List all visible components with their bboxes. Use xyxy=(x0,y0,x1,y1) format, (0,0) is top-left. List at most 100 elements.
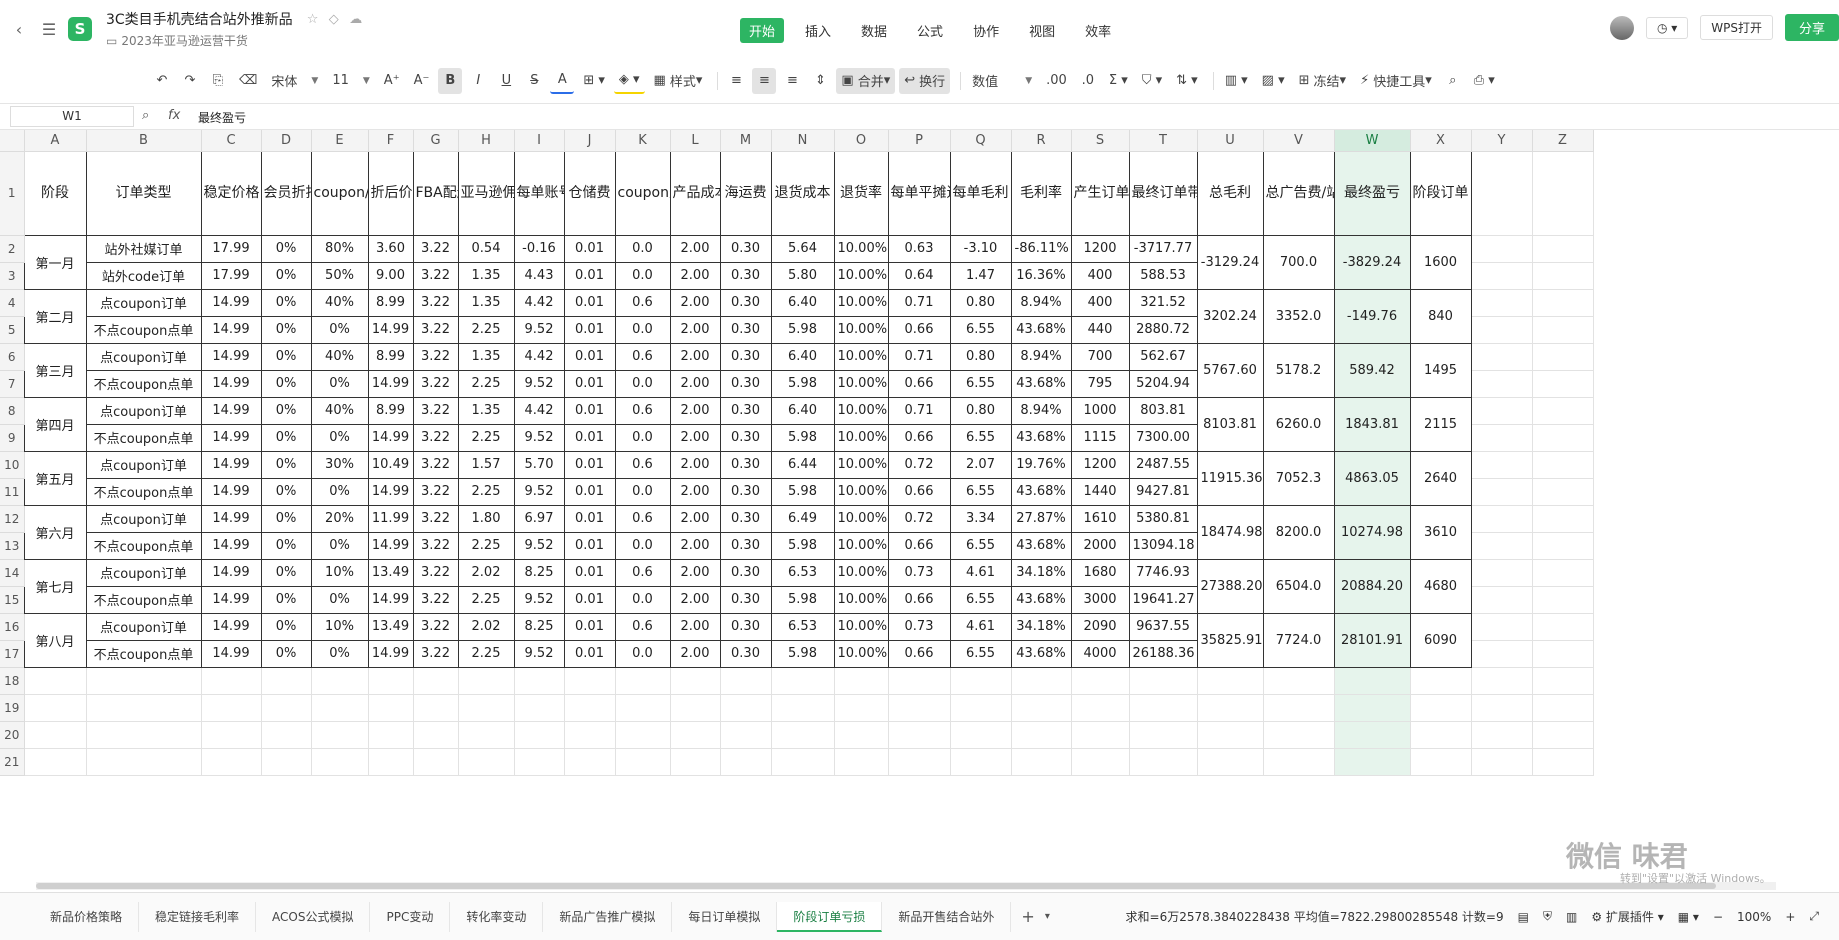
data-cell[interactable]: 0.30 xyxy=(719,585,772,614)
strikethrough-icon[interactable]: S xyxy=(522,68,546,94)
cell[interactable] xyxy=(310,666,369,695)
data-cell[interactable]: 0% xyxy=(310,585,369,614)
cell[interactable] xyxy=(669,720,721,749)
data-cell[interactable]: 1440 xyxy=(1070,477,1130,506)
cell[interactable] xyxy=(310,693,369,722)
column-header[interactable]: D xyxy=(261,130,312,152)
data-cell[interactable]: 0.66 xyxy=(887,639,951,668)
total-profit-cell[interactable]: 11915.36 xyxy=(1196,450,1264,506)
cell[interactable] xyxy=(1531,396,1594,425)
vertical-align-icon[interactable]: ⇕ xyxy=(808,68,832,94)
cell-icon[interactable]: ▤ xyxy=(1518,910,1529,924)
cell[interactable] xyxy=(1196,666,1264,695)
cell[interactable] xyxy=(1531,369,1594,398)
cell[interactable] xyxy=(563,747,616,776)
sort-icon[interactable]: ⇅ ▾ xyxy=(1171,68,1203,94)
data-cell[interactable]: 0.0 xyxy=(614,585,671,614)
cell[interactable] xyxy=(260,747,312,776)
row-header[interactable]: 19 xyxy=(0,694,25,722)
data-cell[interactable]: 点coupon订单 xyxy=(85,342,202,371)
stage-cell[interactable]: 第六月 xyxy=(23,504,87,560)
data-cell[interactable]: 0.80 xyxy=(949,396,1012,425)
cell[interactable] xyxy=(1470,261,1533,290)
data-cell[interactable]: 4.43 xyxy=(513,261,565,290)
data-cell[interactable]: 4.42 xyxy=(513,288,565,317)
cell[interactable] xyxy=(1070,720,1130,749)
data-cell[interactable]: 5.98 xyxy=(770,423,835,452)
data-cell[interactable]: 2.00 xyxy=(669,288,721,317)
stage-orders-cell[interactable]: 2115 xyxy=(1409,396,1472,452)
final-pl-cell[interactable]: 10274.98 xyxy=(1333,504,1411,560)
data-cell[interactable]: 40% xyxy=(310,288,369,317)
header-cell[interactable]: 每单账号回款 xyxy=(513,150,565,236)
data-cell[interactable]: 14.99 xyxy=(200,396,262,425)
cell[interactable] xyxy=(1531,423,1594,452)
zoom-level[interactable]: 100% xyxy=(1737,910,1771,924)
sheet-tab[interactable]: 稳定链接毛利率 xyxy=(139,901,257,932)
data-cell[interactable]: 2.00 xyxy=(669,450,721,479)
row-header[interactable]: 9 xyxy=(0,424,25,452)
header-cell[interactable]: 仓储费 xyxy=(563,150,616,236)
cell[interactable] xyxy=(887,666,951,695)
cell[interactable] xyxy=(1531,612,1594,641)
data-cell[interactable]: 11.99 xyxy=(367,504,414,533)
row-header[interactable]: 21 xyxy=(0,748,25,776)
data-cell[interactable]: 0.30 xyxy=(719,288,772,317)
tag-icon[interactable]: ◇ xyxy=(329,12,339,27)
total-profit-cell[interactable]: 8103.81 xyxy=(1196,396,1264,452)
header-cell[interactable]: coupon费用 xyxy=(614,150,671,236)
data-cell[interactable]: 4.42 xyxy=(513,342,565,371)
header-cell[interactable]: 产生订单数量 xyxy=(1070,150,1130,236)
row-header[interactable]: 10 xyxy=(0,451,25,479)
data-cell[interactable]: 3.22 xyxy=(412,477,459,506)
data-cell[interactable]: 9.52 xyxy=(513,531,565,560)
cell[interactable] xyxy=(1531,666,1594,695)
total-profit-cell[interactable]: 5767.60 xyxy=(1196,342,1264,398)
data-cell[interactable]: 不点coupon点单 xyxy=(85,477,202,506)
fullscreen-icon[interactable]: ⤢ xyxy=(1809,909,1819,924)
row-header[interactable]: 14 xyxy=(0,559,25,587)
data-cell[interactable]: 10.00% xyxy=(833,504,889,533)
data-cell[interactable]: 0% xyxy=(260,288,312,317)
cell[interactable] xyxy=(1470,639,1533,668)
column-header[interactable]: J xyxy=(564,130,616,152)
data-cell[interactable]: 14.99 xyxy=(367,315,414,344)
data-cell[interactable]: 8.25 xyxy=(513,612,565,641)
add-sheet-icon[interactable]: + xyxy=(1021,907,1034,926)
data-cell[interactable]: 5380.81 xyxy=(1128,504,1198,533)
data-cell[interactable]: 10.00% xyxy=(833,396,889,425)
data-cell[interactable]: 点coupon订单 xyxy=(85,450,202,479)
data-cell[interactable]: 803.81 xyxy=(1128,396,1198,425)
header-cell[interactable]: 产品成本 xyxy=(669,150,721,236)
data-cell[interactable]: 4000 xyxy=(1070,639,1130,668)
decrease-decimal-icon[interactable]: .0 xyxy=(1076,68,1100,94)
cell[interactable] xyxy=(719,747,772,776)
stage-cell[interactable]: 第四月 xyxy=(23,396,87,452)
data-cell[interactable]: 13.49 xyxy=(367,612,414,641)
data-cell[interactable]: 50% xyxy=(310,261,369,290)
data-cell[interactable]: 14.99 xyxy=(200,639,262,668)
data-cell[interactable]: 不点coupon点单 xyxy=(85,423,202,452)
header-cell[interactable]: 每单平摊退货成本 xyxy=(887,150,951,236)
data-cell[interactable]: 1115 xyxy=(1070,423,1130,452)
ad-cost-cell[interactable]: 5178.2 xyxy=(1262,342,1335,398)
cell[interactable] xyxy=(1531,693,1594,722)
data-cell[interactable]: 27.87% xyxy=(1010,504,1072,533)
cell[interactable] xyxy=(1333,693,1411,722)
column-header[interactable]: G xyxy=(413,130,459,152)
data-cell[interactable]: 19.76% xyxy=(1010,450,1072,479)
data-cell[interactable]: 0% xyxy=(260,531,312,560)
cell[interactable] xyxy=(833,747,889,776)
data-cell[interactable]: 0% xyxy=(260,504,312,533)
fill-color-icon[interactable]: ◈ ▾ xyxy=(613,68,645,94)
zoom-icon[interactable]: ⌕ xyxy=(142,108,149,123)
data-cell[interactable]: 0% xyxy=(260,585,312,614)
cell[interactable] xyxy=(200,747,262,776)
data-cell[interactable]: 3.22 xyxy=(412,342,459,371)
data-cell[interactable]: -3717.77 xyxy=(1128,234,1198,263)
data-cell[interactable]: 7746.93 xyxy=(1128,558,1198,587)
data-cell[interactable]: 0.01 xyxy=(563,612,616,641)
data-cell[interactable]: 9.52 xyxy=(513,477,565,506)
data-cell[interactable]: 3.22 xyxy=(412,315,459,344)
data-cell[interactable]: 0.0 xyxy=(614,315,671,344)
